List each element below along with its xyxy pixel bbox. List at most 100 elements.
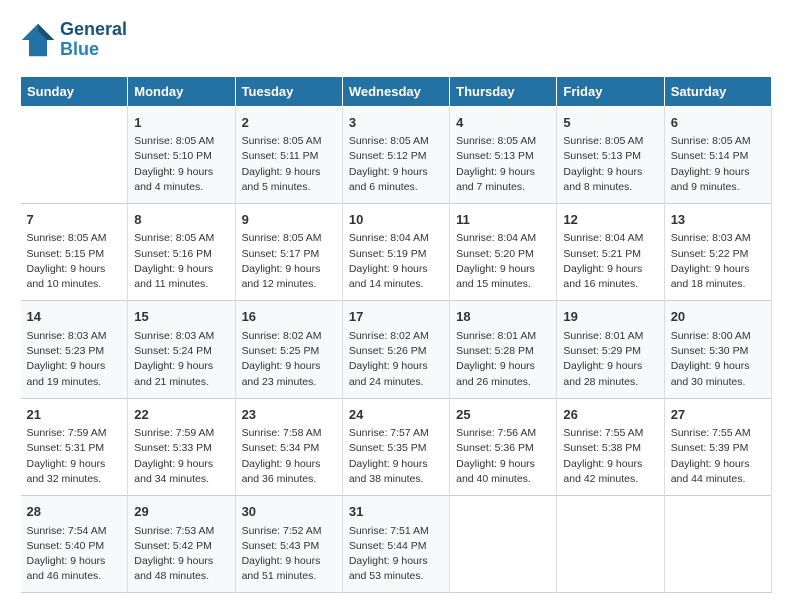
day-number: 20 <box>671 307 765 327</box>
day-info: Sunrise: 8:05 AMSunset: 5:13 PMDaylight:… <box>563 134 657 195</box>
day-number: 24 <box>349 405 443 425</box>
calendar-cell: 30Sunrise: 7:52 AMSunset: 5:43 PMDayligh… <box>235 496 342 593</box>
calendar-cell: 1Sunrise: 8:05 AMSunset: 5:10 PMDaylight… <box>128 106 235 203</box>
day-info: Sunrise: 8:04 AMSunset: 5:20 PMDaylight:… <box>456 231 550 292</box>
calendar-cell: 9Sunrise: 8:05 AMSunset: 5:17 PMDaylight… <box>235 203 342 300</box>
day-info: Sunrise: 8:01 AMSunset: 5:28 PMDaylight:… <box>456 329 550 390</box>
header-cell-thursday: Thursday <box>450 76 557 106</box>
calendar-cell: 22Sunrise: 7:59 AMSunset: 5:33 PMDayligh… <box>128 398 235 495</box>
calendar-cell: 26Sunrise: 7:55 AMSunset: 5:38 PMDayligh… <box>557 398 664 495</box>
header-cell-monday: Monday <box>128 76 235 106</box>
day-number: 27 <box>671 405 765 425</box>
day-number: 26 <box>563 405 657 425</box>
calendar-cell: 28Sunrise: 7:54 AMSunset: 5:40 PMDayligh… <box>21 496 128 593</box>
day-info: Sunrise: 8:05 AMSunset: 5:16 PMDaylight:… <box>134 231 228 292</box>
calendar-cell: 2Sunrise: 8:05 AMSunset: 5:11 PMDaylight… <box>235 106 342 203</box>
day-info: Sunrise: 8:04 AMSunset: 5:21 PMDaylight:… <box>563 231 657 292</box>
calendar-cell: 17Sunrise: 8:02 AMSunset: 5:26 PMDayligh… <box>342 301 449 398</box>
day-info: Sunrise: 7:59 AMSunset: 5:33 PMDaylight:… <box>134 426 228 487</box>
calendar-week-3: 14Sunrise: 8:03 AMSunset: 5:23 PMDayligh… <box>21 301 772 398</box>
calendar-cell: 6Sunrise: 8:05 AMSunset: 5:14 PMDaylight… <box>664 106 771 203</box>
day-number: 13 <box>671 210 765 230</box>
calendar-cell: 8Sunrise: 8:05 AMSunset: 5:16 PMDaylight… <box>128 203 235 300</box>
calendar-cell: 29Sunrise: 7:53 AMSunset: 5:42 PMDayligh… <box>128 496 235 593</box>
day-info: Sunrise: 7:58 AMSunset: 5:34 PMDaylight:… <box>242 426 336 487</box>
calendar-header-row: SundayMondayTuesdayWednesdayThursdayFrid… <box>21 76 772 106</box>
day-number: 5 <box>563 113 657 133</box>
calendar-cell: 15Sunrise: 8:03 AMSunset: 5:24 PMDayligh… <box>128 301 235 398</box>
day-number: 9 <box>242 210 336 230</box>
day-number: 10 <box>349 210 443 230</box>
calendar-week-1: 1Sunrise: 8:05 AMSunset: 5:10 PMDaylight… <box>21 106 772 203</box>
day-number: 7 <box>27 210 122 230</box>
day-info: Sunrise: 8:04 AMSunset: 5:19 PMDaylight:… <box>349 231 443 292</box>
day-number: 4 <box>456 113 550 133</box>
day-number: 31 <box>349 502 443 522</box>
day-number: 2 <box>242 113 336 133</box>
calendar-cell: 10Sunrise: 8:04 AMSunset: 5:19 PMDayligh… <box>342 203 449 300</box>
day-info: Sunrise: 8:00 AMSunset: 5:30 PMDaylight:… <box>671 329 765 390</box>
day-info: Sunrise: 8:03 AMSunset: 5:22 PMDaylight:… <box>671 231 765 292</box>
day-info: Sunrise: 8:05 AMSunset: 5:10 PMDaylight:… <box>134 134 228 195</box>
header-cell-sunday: Sunday <box>21 76 128 106</box>
calendar-week-2: 7Sunrise: 8:05 AMSunset: 5:15 PMDaylight… <box>21 203 772 300</box>
calendar-cell: 3Sunrise: 8:05 AMSunset: 5:12 PMDaylight… <box>342 106 449 203</box>
day-info: Sunrise: 7:52 AMSunset: 5:43 PMDaylight:… <box>242 524 336 585</box>
calendar-week-5: 28Sunrise: 7:54 AMSunset: 5:40 PMDayligh… <box>21 496 772 593</box>
day-number: 28 <box>27 502 122 522</box>
logo: GeneralBlue <box>20 20 127 60</box>
header-cell-saturday: Saturday <box>664 76 771 106</box>
header-cell-wednesday: Wednesday <box>342 76 449 106</box>
calendar-cell: 4Sunrise: 8:05 AMSunset: 5:13 PMDaylight… <box>450 106 557 203</box>
day-info: Sunrise: 8:03 AMSunset: 5:23 PMDaylight:… <box>27 329 122 390</box>
calendar-cell: 21Sunrise: 7:59 AMSunset: 5:31 PMDayligh… <box>21 398 128 495</box>
calendar-cell: 13Sunrise: 8:03 AMSunset: 5:22 PMDayligh… <box>664 203 771 300</box>
day-info: Sunrise: 7:53 AMSunset: 5:42 PMDaylight:… <box>134 524 228 585</box>
calendar-cell: 12Sunrise: 8:04 AMSunset: 5:21 PMDayligh… <box>557 203 664 300</box>
calendar-cell <box>664 496 771 593</box>
day-number: 18 <box>456 307 550 327</box>
day-info: Sunrise: 8:02 AMSunset: 5:25 PMDaylight:… <box>242 329 336 390</box>
header-cell-friday: Friday <box>557 76 664 106</box>
calendar-cell: 27Sunrise: 7:55 AMSunset: 5:39 PMDayligh… <box>664 398 771 495</box>
day-info: Sunrise: 7:56 AMSunset: 5:36 PMDaylight:… <box>456 426 550 487</box>
day-info: Sunrise: 8:02 AMSunset: 5:26 PMDaylight:… <box>349 329 443 390</box>
day-number: 1 <box>134 113 228 133</box>
day-info: Sunrise: 7:57 AMSunset: 5:35 PMDaylight:… <box>349 426 443 487</box>
day-number: 29 <box>134 502 228 522</box>
page-header: GeneralBlue <box>20 20 772 60</box>
calendar-table: SundayMondayTuesdayWednesdayThursdayFrid… <box>20 76 772 594</box>
day-info: Sunrise: 8:05 AMSunset: 5:17 PMDaylight:… <box>242 231 336 292</box>
calendar-cell: 5Sunrise: 8:05 AMSunset: 5:13 PMDaylight… <box>557 106 664 203</box>
day-info: Sunrise: 7:55 AMSunset: 5:38 PMDaylight:… <box>563 426 657 487</box>
day-info: Sunrise: 7:51 AMSunset: 5:44 PMDaylight:… <box>349 524 443 585</box>
day-info: Sunrise: 8:05 AMSunset: 5:11 PMDaylight:… <box>242 134 336 195</box>
header-cell-tuesday: Tuesday <box>235 76 342 106</box>
calendar-cell: 18Sunrise: 8:01 AMSunset: 5:28 PMDayligh… <box>450 301 557 398</box>
calendar-cell: 24Sunrise: 7:57 AMSunset: 5:35 PMDayligh… <box>342 398 449 495</box>
day-number: 3 <box>349 113 443 133</box>
day-info: Sunrise: 8:05 AMSunset: 5:13 PMDaylight:… <box>456 134 550 195</box>
day-number: 30 <box>242 502 336 522</box>
calendar-cell: 23Sunrise: 7:58 AMSunset: 5:34 PMDayligh… <box>235 398 342 495</box>
day-info: Sunrise: 8:01 AMSunset: 5:29 PMDaylight:… <box>563 329 657 390</box>
day-number: 14 <box>27 307 122 327</box>
day-number: 12 <box>563 210 657 230</box>
calendar-cell: 31Sunrise: 7:51 AMSunset: 5:44 PMDayligh… <box>342 496 449 593</box>
day-number: 15 <box>134 307 228 327</box>
day-number: 11 <box>456 210 550 230</box>
day-number: 22 <box>134 405 228 425</box>
calendar-cell <box>450 496 557 593</box>
logo-text: GeneralBlue <box>60 20 127 60</box>
calendar-cell: 19Sunrise: 8:01 AMSunset: 5:29 PMDayligh… <box>557 301 664 398</box>
day-info: Sunrise: 8:03 AMSunset: 5:24 PMDaylight:… <box>134 329 228 390</box>
day-info: Sunrise: 7:55 AMSunset: 5:39 PMDaylight:… <box>671 426 765 487</box>
day-number: 8 <box>134 210 228 230</box>
calendar-cell <box>21 106 128 203</box>
day-info: Sunrise: 7:54 AMSunset: 5:40 PMDaylight:… <box>27 524 122 585</box>
day-number: 6 <box>671 113 765 133</box>
day-info: Sunrise: 8:05 AMSunset: 5:12 PMDaylight:… <box>349 134 443 195</box>
day-number: 17 <box>349 307 443 327</box>
day-info: Sunrise: 7:59 AMSunset: 5:31 PMDaylight:… <box>27 426 122 487</box>
day-number: 21 <box>27 405 122 425</box>
